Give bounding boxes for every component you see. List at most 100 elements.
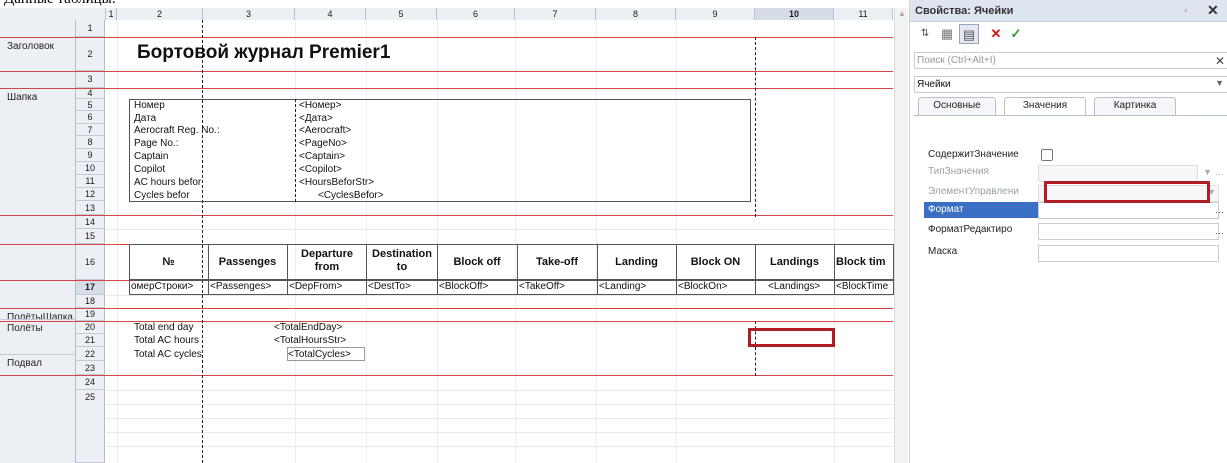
value-type-field[interactable] xyxy=(1038,165,1198,182)
table-header-cell[interactable]: № xyxy=(129,256,208,269)
col-header[interactable]: 1 xyxy=(106,8,117,20)
prop-label-selected[interactable]: Формат xyxy=(924,202,1041,218)
footer-param[interactable]: <TotalEndDay> xyxy=(274,322,342,333)
header-label[interactable]: Номер xyxy=(134,100,165,111)
row-header[interactable]: 12 xyxy=(76,188,105,201)
row-header[interactable]: 18 xyxy=(76,295,105,308)
row-header[interactable]: 25 xyxy=(76,390,105,463)
row-header[interactable]: 9 xyxy=(76,149,105,162)
header-label[interactable]: Aerocraft Reg. No.: xyxy=(134,125,220,136)
table-header-cell[interactable]: Departure from xyxy=(289,248,365,274)
clear-search-icon[interactable]: ✕ xyxy=(1215,54,1225,68)
table-header-cell[interactable]: Landing xyxy=(597,256,676,269)
col-header[interactable]: 8 xyxy=(596,8,676,20)
corner-cell[interactable] xyxy=(0,8,106,20)
header-param[interactable]: <Aerocraft> xyxy=(299,125,351,136)
row-header[interactable]: 8 xyxy=(76,136,105,149)
table-header-cell[interactable]: Landings xyxy=(755,256,834,269)
row-header[interactable]: 11 xyxy=(76,175,105,188)
clear-icon[interactable]: ✕ xyxy=(986,24,1006,44)
row-header[interactable]: 19 xyxy=(76,308,105,321)
footer-label[interactable]: Total AC hours xyxy=(134,335,199,346)
report-title[interactable]: Бортовой журнал Premier1 xyxy=(137,42,390,64)
col-header[interactable]: 6 xyxy=(437,8,515,20)
row-header[interactable]: 2 xyxy=(76,37,105,71)
group-shapka[interactable]: Шапка xyxy=(0,88,76,304)
header-label[interactable]: Captain xyxy=(134,151,168,162)
footer-label[interactable]: Total AC cycles xyxy=(134,349,202,360)
tab-znacheniya[interactable]: Значения xyxy=(1004,97,1086,116)
more-icon[interactable]: … xyxy=(1214,224,1225,241)
header-label[interactable]: AC hours befor xyxy=(134,177,201,188)
group-podval[interactable]: Подвал xyxy=(0,354,76,463)
format-field[interactable] xyxy=(1038,202,1219,219)
table-cell[interactable]: <DepFrom> xyxy=(289,281,365,292)
col-header[interactable]: 4 xyxy=(295,8,366,20)
vertical-scrollbar[interactable]: ▲ xyxy=(894,8,908,463)
apply-icon[interactable]: ✓ xyxy=(1006,24,1026,44)
row-header[interactable]: 21 xyxy=(76,334,105,347)
footer-param[interactable]: <TotalHoursStr> xyxy=(274,335,346,346)
contains-value-checkbox[interactable] xyxy=(1041,149,1053,161)
col-header[interactable]: 3 xyxy=(203,8,295,20)
table-cell[interactable]: <BlockTime xyxy=(836,281,894,292)
footer-label[interactable]: Total end day xyxy=(134,322,194,333)
pin-icon[interactable]: ▫ xyxy=(1184,5,1187,15)
row-header[interactable]: 24 xyxy=(76,375,105,390)
table-cell-selected[interactable]: <Landings> xyxy=(768,281,834,292)
row-header[interactable]: 5 xyxy=(76,99,105,111)
row-header[interactable]: 23 xyxy=(76,361,105,375)
header-param[interactable]: <Номер> xyxy=(299,100,341,111)
edit-format-field[interactable] xyxy=(1038,223,1219,240)
col-header[interactable]: 2 xyxy=(117,8,203,20)
table-cell[interactable]: <TakeOff> xyxy=(519,281,596,292)
row-header[interactable]: 7 xyxy=(76,124,105,136)
table-cell[interactable]: <BlockOn> xyxy=(678,281,754,292)
filter-icon[interactable]: ▤ xyxy=(959,24,979,44)
table-header-cell[interactable]: Block tim xyxy=(836,256,894,269)
row-header[interactable]: 3 xyxy=(76,71,105,88)
col-header[interactable]: 7 xyxy=(515,8,596,20)
header-label[interactable]: Дата xyxy=(134,113,156,124)
col-header[interactable]: 9 xyxy=(676,8,755,20)
search-input[interactable]: Поиск (Ctrl+Alt+I) ✕ xyxy=(914,52,1227,69)
header-param[interactable]: <Captain> xyxy=(299,151,345,162)
row-header[interactable]: 14 xyxy=(76,215,105,229)
spreadsheet[interactable]: 1 2 3 4 5 6 7 8 9 10 11 Заголовок Шапка … xyxy=(0,8,908,463)
table-header-cell[interactable]: Take-off xyxy=(517,256,597,269)
table-header-cell[interactable]: Passenges xyxy=(208,256,287,269)
row-header-selected[interactable]: 17 xyxy=(76,280,105,295)
scroll-up-icon[interactable]: ▲ xyxy=(898,9,906,18)
header-label[interactable]: Cycles befor xyxy=(134,190,190,201)
table-header-cell[interactable]: Block off xyxy=(437,256,517,269)
col-header-selected[interactable]: 10 xyxy=(755,8,834,20)
row-header[interactable]: 22 xyxy=(76,347,105,361)
table-cell[interactable]: омерСтроки> xyxy=(131,281,207,292)
table-cell[interactable]: <Passenges> xyxy=(210,281,287,292)
header-param[interactable]: <PageNo> xyxy=(299,138,347,149)
sort-az-icon[interactable]: ⇅ xyxy=(915,24,935,44)
table-cell[interactable]: <BlockOff> xyxy=(439,281,516,292)
chevron-down-icon[interactable]: ▼ xyxy=(1215,78,1224,88)
row-header[interactable]: 6 xyxy=(76,111,105,124)
row-header[interactable]: 15 xyxy=(76,229,105,244)
col-header[interactable]: 5 xyxy=(366,8,437,20)
table-header-cell[interactable]: Destination to xyxy=(367,248,437,274)
header-label[interactable]: Copilot xyxy=(134,164,165,175)
row-header[interactable]: 13 xyxy=(76,201,105,215)
col-header[interactable]: 11 xyxy=(834,8,893,20)
header-param[interactable]: <CyclesBefor> xyxy=(318,190,384,201)
more-icon[interactable]: … xyxy=(1214,165,1225,182)
close-icon[interactable]: ✕ xyxy=(1207,2,1219,19)
row-header[interactable]: 4 xyxy=(76,88,105,99)
header-label[interactable]: Page No.: xyxy=(134,138,178,149)
header-param[interactable]: <HoursBeforStr> xyxy=(299,177,374,188)
table-header-cell[interactable]: Block ON xyxy=(676,256,755,269)
table-cell[interactable]: <DestTo> xyxy=(368,281,436,292)
chevron-down-icon[interactable]: ▼ xyxy=(1202,165,1213,182)
row-header[interactable]: 1 xyxy=(76,20,105,37)
object-select[interactable]: Ячейки ▼ xyxy=(914,76,1227,93)
more-icon[interactable]: … xyxy=(1214,203,1225,220)
header-param[interactable]: <Copilot> xyxy=(299,164,342,175)
tab-kartinka[interactable]: Картинка xyxy=(1094,97,1176,115)
